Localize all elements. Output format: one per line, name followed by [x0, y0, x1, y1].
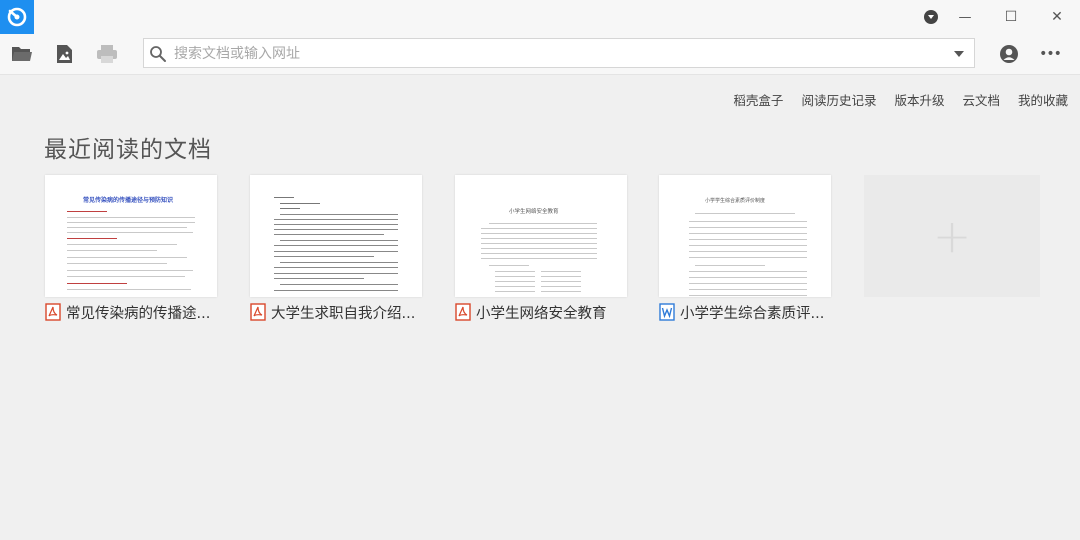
more-button[interactable]: ••• [1032, 38, 1068, 70]
link-favorites[interactable]: 我的收藏 [1018, 90, 1068, 108]
doc-label[interactable]: 小学生网络安全教育 [455, 301, 627, 323]
search-dropdown-button[interactable] [950, 45, 968, 63]
pdf-icon [250, 303, 266, 321]
doc-name: 大学生求职自我介绍... [271, 305, 416, 322]
thumb-title: 常见传染病的传播途径与预防知识 [83, 197, 174, 204]
doc-thumbnail[interactable] [250, 175, 422, 297]
logo-icon [7, 7, 27, 27]
account-button[interactable] [991, 38, 1027, 70]
print-button[interactable] [89, 38, 125, 70]
doc-name: 小学生网络安全教育 [476, 305, 607, 322]
title-bar: — ☐ ✕ [0, 0, 1080, 34]
search-icon [150, 46, 166, 62]
doc-card[interactable]: 常见传染病的传播途径与预防知识 常见传染病的传播途... [45, 175, 217, 323]
pdf-icon [455, 303, 471, 321]
doc-thumbnail[interactable]: 小学生网络安全教育 [455, 175, 627, 297]
app-logo [0, 0, 34, 34]
minimize-button[interactable]: — [942, 0, 988, 34]
doc-thumbnail[interactable]: 常见传染病的传播途径与预防知识 [45, 175, 217, 297]
doc-name: 常见传染病的传播途... [66, 305, 211, 322]
chevron-down-icon [954, 51, 964, 57]
doc-name: 小学学生综合素质评... [680, 305, 825, 322]
doc-thumbnail[interactable]: 小学学生综合素质评价制度 [659, 175, 831, 297]
maximize-button[interactable]: ☐ [988, 0, 1034, 34]
thumb-title: 小学学生综合素质评价制度 [705, 198, 766, 204]
word-icon [659, 303, 675, 321]
plus-icon: + [932, 209, 972, 263]
printer-icon [97, 45, 117, 63]
top-links: 稻壳盒子 阅读历史记录 版本升级 云文档 我的收藏 [733, 90, 1068, 108]
folder-icon [12, 47, 32, 61]
pdf-icon [45, 303, 61, 321]
doc-card[interactable]: 小学生网络安全教育 小学生网络安全教育 [455, 175, 627, 323]
thumb-title: 小学生网络安全教育 [509, 209, 559, 215]
close-button[interactable]: ✕ [1034, 0, 1080, 34]
doc-card[interactable]: 小学学生综合素质评价制度 小学学生综合素质评... [659, 175, 831, 323]
toolbar: ••• [0, 34, 1080, 75]
doc-card[interactable]: 大学生求职自我介绍... [250, 175, 422, 323]
link-upgrade[interactable]: 版本升级 [894, 90, 944, 108]
doc-label[interactable]: 小学学生综合素质评... [659, 301, 831, 323]
user-icon [1000, 45, 1018, 63]
image-icon [57, 45, 72, 63]
doc-label[interactable]: 大学生求职自我介绍... [250, 301, 422, 323]
shirt-icon [924, 10, 938, 24]
doc-label[interactable]: 常见传染病的传播途... [45, 301, 217, 323]
link-cloud-docs[interactable]: 云文档 [962, 90, 1000, 108]
image-button[interactable] [46, 38, 82, 70]
page-title: 最近阅读的文档 [44, 137, 212, 163]
open-file-button[interactable] [4, 38, 40, 70]
search-input[interactable] [172, 42, 936, 66]
link-reading-history[interactable]: 阅读历史记录 [801, 90, 876, 108]
link-docer-box[interactable]: 稻壳盒子 [733, 90, 783, 108]
add-document-card[interactable]: + [864, 175, 1040, 297]
search-box[interactable] [143, 38, 975, 68]
